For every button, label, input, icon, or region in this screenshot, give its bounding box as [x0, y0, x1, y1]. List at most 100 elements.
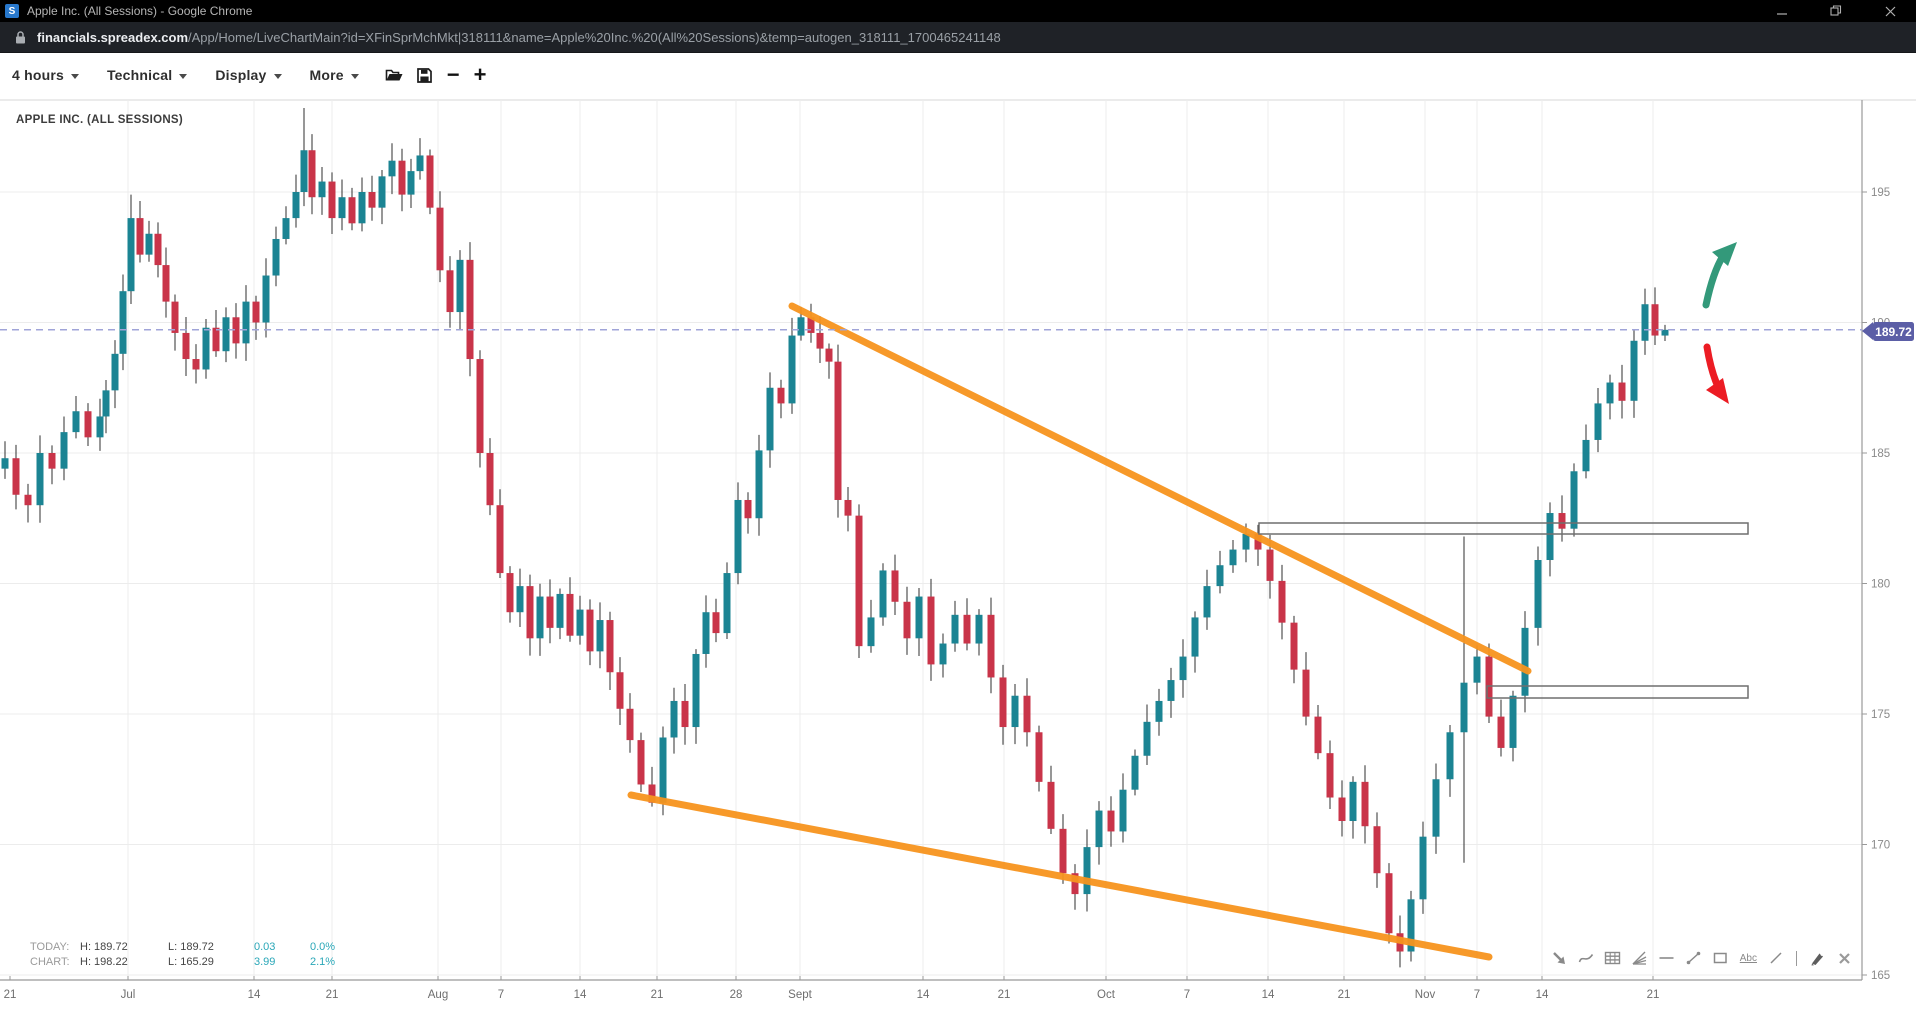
candle [172, 295, 179, 351]
fan-lines-icon[interactable] [1630, 948, 1650, 968]
zoom-out-button[interactable]: − [447, 65, 460, 85]
candle [193, 344, 200, 383]
candle [638, 733, 645, 792]
open-folder-icon[interactable] [385, 67, 404, 83]
candle [1303, 652, 1310, 725]
zoom-in-button[interactable]: + [474, 65, 487, 85]
text-tool-icon[interactable]: Abc [1738, 948, 1759, 968]
svg-text:7: 7 [498, 989, 504, 1001]
candle [537, 584, 544, 656]
candle [507, 566, 514, 622]
candle [940, 634, 947, 678]
candle [1662, 325, 1669, 341]
arrow-up-annotation[interactable] [1706, 242, 1737, 305]
candle [904, 587, 911, 655]
more-dropdown[interactable]: More [310, 67, 359, 83]
arrow-down-annotation[interactable] [1706, 347, 1729, 404]
svg-text:14: 14 [917, 989, 930, 1001]
url-domain: financials.spreadex.com [37, 30, 188, 45]
url-path: /App/Home/LiveChartMain?id=XFinSprMchMkt… [188, 30, 1001, 45]
candlestick-series [2, 108, 1669, 967]
candle [263, 258, 270, 337]
chevron-down-icon [351, 74, 359, 79]
svg-text:180: 180 [1871, 579, 1890, 591]
candle [467, 242, 474, 376]
candle [835, 345, 842, 518]
technical-dropdown[interactable]: Technical [107, 67, 187, 83]
annotations [631, 306, 1748, 957]
candle [1327, 741, 1334, 809]
candle [756, 435, 763, 536]
page-url[interactable]: financials.spreadex.com/App/Home/LiveCha… [37, 30, 1001, 45]
svg-text:Sept: Sept [788, 989, 812, 1001]
display-dropdown[interactable]: Display [215, 67, 281, 83]
candle [1279, 565, 1286, 640]
candle [457, 250, 464, 330]
lock-icon[interactable] [14, 30, 27, 45]
candle [37, 435, 44, 522]
today-high: H: 189.72 [80, 940, 168, 955]
candle [1571, 463, 1578, 536]
minimize-button[interactable] [1772, 1, 1792, 21]
timeframe-dropdown[interactable]: 4 hours [12, 67, 79, 83]
marker-pen-icon[interactable] [1807, 948, 1827, 968]
today-stats-row: TODAY: H: 189.72 L: 189.72 0.03 0.0% [30, 940, 335, 955]
svg-text:21: 21 [326, 989, 339, 1001]
pattern-grid-icon[interactable] [1603, 948, 1623, 968]
candle [527, 575, 534, 656]
candle [928, 579, 935, 681]
candle [233, 303, 240, 358]
svg-text:14: 14 [248, 989, 261, 1001]
candle [389, 143, 396, 194]
svg-text:21: 21 [4, 989, 17, 1001]
candle [1036, 726, 1043, 792]
candle [1607, 375, 1614, 420]
chart-change: 3.99 [254, 955, 310, 970]
trend-line-icon[interactable] [1684, 948, 1704, 968]
trendline[interactable] [631, 795, 1489, 957]
candle [293, 175, 300, 228]
candle [1084, 829, 1091, 911]
candle [73, 396, 80, 438]
svg-text:14: 14 [1536, 989, 1549, 1001]
candle [682, 684, 689, 745]
candle [183, 317, 190, 376]
candle [427, 149, 434, 214]
price-zone[interactable] [1259, 523, 1748, 534]
window-title: Apple Inc. (All Sessions) - Google Chrom… [27, 4, 1772, 18]
candle [1072, 864, 1079, 910]
horizontal-line-icon[interactable] [1657, 948, 1677, 968]
select-arrow-icon[interactable] [1549, 948, 1569, 968]
chart-stats: TODAY: H: 189.72 L: 189.72 0.03 0.0% CHA… [30, 940, 335, 970]
freehand-curve-icon[interactable] [1576, 948, 1596, 968]
drawing-toolbar: Abc [1549, 948, 1854, 968]
candle [1642, 289, 1649, 355]
candle [892, 555, 899, 615]
rectangle-tool-icon[interactable] [1711, 948, 1731, 968]
candle [627, 693, 634, 753]
svg-text:189.72: 189.72 [1875, 325, 1912, 339]
window-titlebar: S Apple Inc. (All Sessions) - Google Chr… [0, 0, 1916, 22]
candle [880, 563, 887, 626]
candle [61, 417, 68, 481]
candle [223, 307, 230, 362]
clear-drawings-icon[interactable] [1834, 948, 1854, 968]
candle [1120, 773, 1127, 842]
save-icon[interactable] [416, 67, 433, 84]
diagonal-line-icon[interactable] [1766, 948, 1786, 968]
candle [587, 599, 594, 665]
svg-text:185: 185 [1871, 448, 1890, 460]
candle [1498, 700, 1505, 757]
candle [703, 595, 710, 667]
chevron-down-icon [274, 74, 282, 79]
close-icon[interactable] [1880, 1, 1900, 21]
candle [301, 108, 308, 206]
restore-button[interactable] [1826, 1, 1846, 21]
trendline[interactable] [792, 306, 1528, 671]
candle [1108, 796, 1115, 847]
candle [976, 609, 983, 655]
candle [213, 310, 220, 357]
site-favicon: S [5, 4, 19, 18]
candle [477, 350, 484, 467]
price-chart[interactable]: 21Jul1421Aug7142128Sept1421Oct71421Nov71… [0, 97, 1916, 1017]
